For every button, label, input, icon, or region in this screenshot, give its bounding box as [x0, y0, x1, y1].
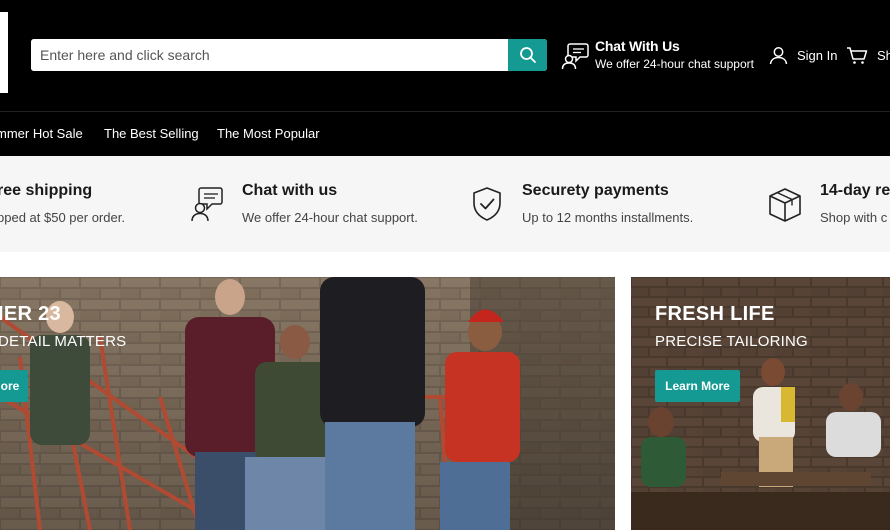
hero-banner-button[interactable]: ore [0, 370, 28, 402]
hero-banner-title: IER 23 [0, 303, 61, 325]
feature-subtitle: Up to 12 months installments. [522, 210, 694, 225]
sign-in-link[interactable]: Sign In [769, 44, 837, 66]
cart-label: Sh [877, 47, 890, 63]
site-header: Chat With Us We offer 24-hour chat suppo… [0, 0, 890, 111]
hero-banner[interactable]: IER 23 DETAIL MATTERS ore [0, 277, 615, 530]
feature-title: Chat with us [242, 182, 338, 199]
search-bar [31, 39, 547, 71]
side-banner-button[interactable]: Learn More [655, 370, 740, 402]
side-banner-title: FRESH LIFE [655, 303, 775, 325]
search-button[interactable] [508, 39, 547, 71]
features-bar: ree shipping pped at $50 per order. Chat… [0, 156, 890, 252]
chat-support[interactable]: Chat With Us We offer 24-hour chat suppo… [561, 37, 761, 73]
box-icon [769, 188, 801, 222]
chat-subtitle: We offer 24-hour chat support [595, 57, 754, 71]
user-icon [769, 46, 788, 64]
chat-support-icon [561, 43, 589, 70]
chat-icon [191, 187, 223, 222]
feature-subtitle: pped at $50 per order. [0, 210, 125, 225]
feature-title: 14-day re [820, 182, 890, 199]
feature-title: ree shipping [0, 182, 93, 199]
side-banner-subtitle: PRECISE TAILORING [655, 333, 808, 350]
side-banner[interactable]: FRESH LIFE PRECISE TAILORING Learn More [631, 277, 890, 530]
nav-item-summer-hot-sale[interactable]: mmer Hot Sale [0, 126, 83, 141]
feature-subtitle: We offer 24-hour chat support. [242, 210, 418, 225]
nav-item-best-selling[interactable]: The Best Selling [104, 126, 199, 141]
cart-icon [847, 46, 868, 64]
shield-check-icon [473, 187, 501, 221]
sign-in-label: Sign In [797, 47, 838, 63]
cart-link[interactable]: Sh [846, 44, 890, 66]
search-input[interactable] [31, 39, 508, 71]
main-nav: mmer Hot Sale The Best Selling The Most … [0, 111, 890, 156]
feature-subtitle: Shop with c [820, 210, 888, 225]
logo[interactable] [0, 12, 8, 93]
search-icon [519, 47, 536, 63]
chat-title: Chat With Us [595, 38, 680, 54]
hero-banner-image [0, 277, 615, 530]
hero-banner-subtitle: DETAIL MATTERS [0, 333, 127, 350]
feature-title: Securety payments [522, 182, 669, 199]
nav-item-most-popular[interactable]: The Most Popular [217, 126, 320, 141]
